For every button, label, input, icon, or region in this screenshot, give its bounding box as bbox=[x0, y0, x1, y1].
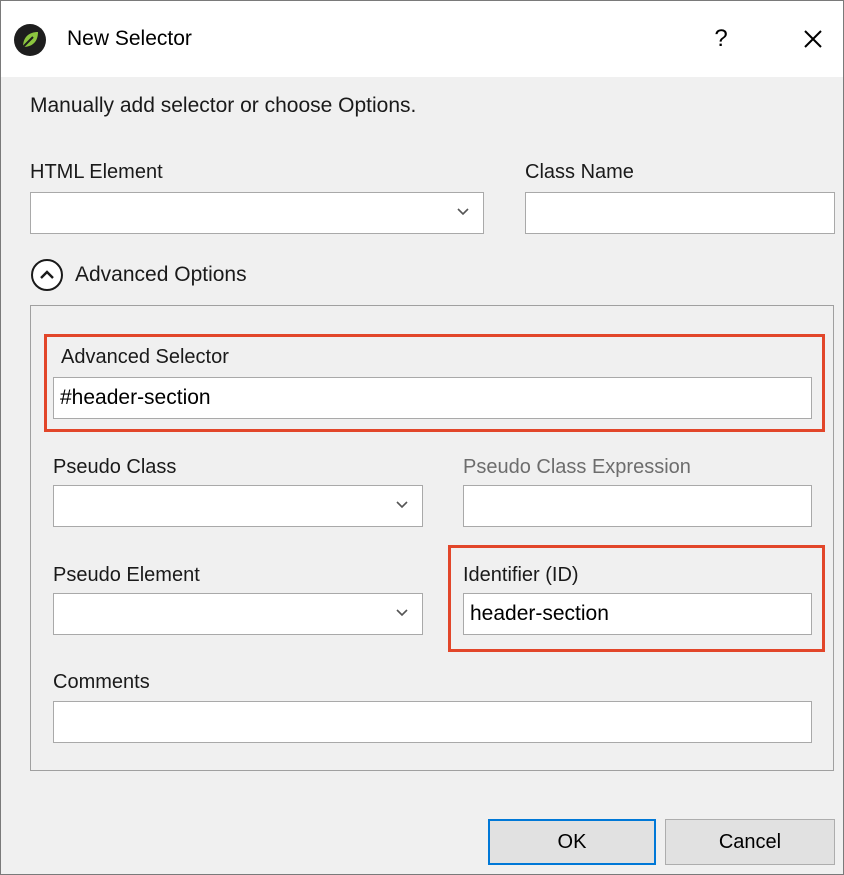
pseudo-class-expression-input[interactable] bbox=[463, 485, 812, 527]
advanced-options-label: Advanced Options bbox=[75, 263, 247, 286]
identifier-input[interactable]: header-section bbox=[463, 593, 812, 635]
title-bar: New Selector ? bbox=[1, 1, 843, 77]
comments-label: Comments bbox=[53, 671, 150, 693]
ok-button[interactable]: OK bbox=[488, 819, 656, 865]
pseudo-element-label: Pseudo Element bbox=[53, 564, 200, 586]
class-name-input[interactable] bbox=[525, 192, 835, 234]
instructions-text: Manually add selector or choose Options. bbox=[30, 94, 417, 117]
chevron-down-icon bbox=[457, 208, 469, 216]
leaf-logo-icon bbox=[14, 24, 46, 56]
chevron-up-circle-icon bbox=[31, 259, 63, 291]
new-selector-dialog: New Selector ? Manually add selector or … bbox=[0, 0, 844, 875]
cancel-button[interactable]: Cancel bbox=[665, 819, 835, 865]
close-button[interactable] bbox=[793, 21, 833, 57]
advanced-selector-value: #header-section bbox=[60, 386, 211, 409]
identifier-label: Identifier (ID) bbox=[463, 564, 579, 586]
advanced-selector-input[interactable]: #header-section bbox=[53, 377, 812, 419]
class-name-label: Class Name bbox=[525, 161, 634, 183]
advanced-selector-label: Advanced Selector bbox=[61, 346, 229, 368]
chevron-down-icon bbox=[396, 609, 408, 617]
identifier-value: header-section bbox=[470, 602, 609, 625]
window-title: New Selector bbox=[67, 27, 192, 50]
pseudo-class-combobox[interactable] bbox=[53, 485, 423, 527]
chevron-down-icon bbox=[396, 501, 408, 509]
html-element-combobox[interactable] bbox=[30, 192, 484, 234]
html-element-label: HTML Element bbox=[30, 161, 163, 183]
pseudo-class-label: Pseudo Class bbox=[53, 456, 177, 478]
pseudo-class-expression-label: Pseudo Class Expression bbox=[463, 456, 691, 478]
advanced-options-toggle[interactable]: Advanced Options bbox=[31, 257, 247, 293]
comments-input[interactable] bbox=[53, 701, 812, 743]
help-button[interactable]: ? bbox=[701, 21, 741, 57]
close-icon bbox=[804, 30, 822, 48]
pseudo-element-combobox[interactable] bbox=[53, 593, 423, 635]
